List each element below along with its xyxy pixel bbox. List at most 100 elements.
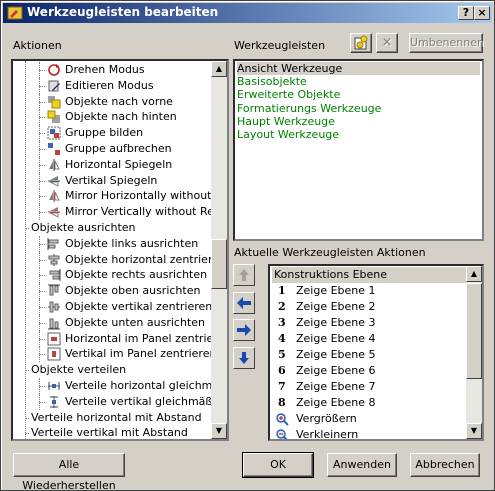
scroll-down-button[interactable]: ▼ [211, 423, 227, 439]
current-action-item[interactable]: 3 Zeige Ebene 3 [272, 315, 466, 331]
current-action-item[interactable]: Konstruktions Ebene [272, 267, 466, 283]
panel-hcenter-icon [47, 332, 61, 346]
mirror-v-norefs-icon [47, 205, 61, 219]
current-action-item[interactable]: 1 Zeige Ebene 1 [272, 283, 466, 299]
close-button[interactable]: × [474, 6, 490, 20]
app-icon [7, 6, 23, 20]
tree-branch-line [39, 196, 45, 198]
edit-icon [47, 79, 61, 93]
tree-branch-line [39, 180, 45, 182]
align-top-icon [48, 284, 60, 296]
current-action-item[interactable]: 7 Zeige Ebene 7 [272, 379, 466, 395]
delete-toolbar-button[interactable]: × [376, 33, 398, 53]
new-toolbar-button[interactable] [350, 33, 372, 53]
scroll-thumb[interactable] [211, 239, 227, 289]
current-actions-list[interactable]: Konstruktions Ebene 1 Zeige Ebene 1 2 Zeige … [268, 264, 484, 441]
layer-number-icon: 2 [278, 300, 286, 313]
arrow-down-icon [239, 352, 249, 364]
move-up-button[interactable] [233, 264, 255, 286]
tree-branch-line [39, 164, 45, 166]
tree-branch-line [25, 370, 29, 372]
align-left-icon [47, 237, 59, 250]
tree-branch-line [39, 101, 45, 103]
cancel-button[interactable]: Abbrechen [410, 453, 480, 477]
zoom-out-icon [275, 428, 289, 439]
current-action-label: Vergrößern [296, 412, 357, 425]
panel-vcenter-icon [47, 347, 61, 361]
zoom-in-icon [276, 413, 289, 426]
toolbar-list-item[interactable]: Formatierungs Werkzeuge [237, 102, 480, 115]
tree-guide-line [25, 61, 26, 439]
actions-scrollbar[interactable]: ▲ ▼ [211, 61, 227, 439]
tree-branch-line [39, 117, 45, 119]
scroll-up-button[interactable]: ▲ [211, 61, 227, 77]
tree-item-label: Objekte verteilen [31, 363, 127, 377]
tree-item-label: Vertikal Spiegeln [65, 173, 158, 187]
toolbars-list[interactable]: Ansicht Werkzeuge Basisobjekte Erweiterte … [233, 59, 484, 241]
tree-branch-line [25, 433, 29, 435]
align-top-icon [47, 284, 61, 298]
toolbar-list-item[interactable]: Layout Werkzeuge [237, 128, 480, 141]
current-action-item[interactable]: 6 Zeige Ebene 6 [272, 363, 466, 379]
current-action-label: Zeige Ebene 4 [296, 332, 376, 345]
actions-label: Aktionen [13, 39, 62, 52]
rename-toolbar-button[interactable]: Umbenennen [409, 33, 484, 53]
ok-button[interactable]: OK [242, 452, 314, 478]
current-scroll-down-button[interactable]: ▼ [466, 423, 482, 439]
ungroup-icon [48, 143, 60, 155]
help-button[interactable]: ? [458, 6, 474, 20]
layer-number-icon: 3 [278, 316, 286, 329]
tree-item-label: Objekte nach vorne [65, 94, 173, 108]
mirror-h-norefs-icon [47, 189, 61, 203]
current-scroll-thumb[interactable] [466, 283, 482, 379]
rotate-icon [47, 63, 61, 77]
mirror-horizontal-icon [47, 158, 61, 172]
tree-item-label: Verteile horizontal gleichmäßig [65, 379, 229, 392]
tree-branch-line [39, 275, 45, 277]
move-down-button[interactable] [233, 347, 255, 369]
panel-hcenter-icon [47, 332, 61, 346]
apply-button[interactable]: Anwenden [327, 453, 397, 477]
mirror-vertical-icon [47, 174, 61, 188]
tree-item-label: Editieren Modus [65, 78, 154, 92]
layer-number-icon: 8 [278, 396, 286, 409]
arrow-up-icon [239, 269, 249, 281]
tree-item-label: Mirror Vertically without Refs [65, 205, 224, 219]
tree-item-label: Objekte vertikal zentrieren [65, 300, 213, 313]
tree-branch-line [39, 322, 45, 324]
current-action-item[interactable]: Verkleinern [272, 427, 466, 439]
restore-all-button[interactable]: Alle Wiederherstellen [13, 453, 125, 491]
current-action-label: Zeige Ebene 3 [296, 316, 376, 329]
current-action-label: Konstruktions Ebene [274, 268, 388, 281]
current-action-item[interactable]: Vergrößern [272, 411, 466, 427]
remove-action-button[interactable] [233, 319, 255, 341]
current-scroll-up-button[interactable]: ▲ [466, 266, 482, 282]
tree-item-label: Gruppe bilden [65, 126, 144, 140]
panel-vcenter-icon [47, 347, 61, 361]
current-action-item[interactable]: 4 Zeige Ebene 4 [272, 331, 466, 347]
tree-branch-line [39, 133, 45, 135]
align-right-icon [49, 269, 61, 282]
toolbar-list-item[interactable]: Erweiterte Objekte [237, 88, 480, 101]
layer-number-icon: 6 [278, 364, 286, 377]
add-action-button[interactable] [233, 292, 255, 314]
current-scrollbar[interactable]: ▲ ▼ [466, 266, 482, 439]
send-back-icon [47, 110, 61, 124]
align-vcenter-icon [47, 300, 61, 314]
current-action-item[interactable]: 5 Zeige Ebene 5 [272, 347, 466, 363]
tree-item-label: Verteile horizontal mit Abstand [31, 410, 202, 424]
distribute-v-icon [50, 395, 58, 408]
current-action-item[interactable]: 2 Zeige Ebene 2 [272, 299, 466, 315]
toolbar-list-item[interactable]: Ansicht Werkzeuge [237, 62, 480, 75]
toolbar-list-item[interactable]: Basisobjekte [237, 75, 480, 88]
bring-front-icon [47, 95, 61, 109]
zoom-out-icon [276, 429, 288, 439]
mirror-horizontal-icon [49, 158, 60, 171]
current-action-label: Zeige Ebene 8 [296, 396, 376, 409]
actions-tree[interactable]: Drehen Modus Editieren Modus Objekte nach … [11, 59, 229, 441]
current-action-item[interactable]: 8 Zeige Ebene 8 [272, 395, 466, 411]
distribute-v-icon [47, 395, 61, 409]
group-icon [47, 126, 61, 140]
tree-item-label: Objekte unten ausrichten [65, 315, 205, 329]
toolbar-list-item[interactable]: Haupt Werkzeuge [237, 115, 480, 128]
